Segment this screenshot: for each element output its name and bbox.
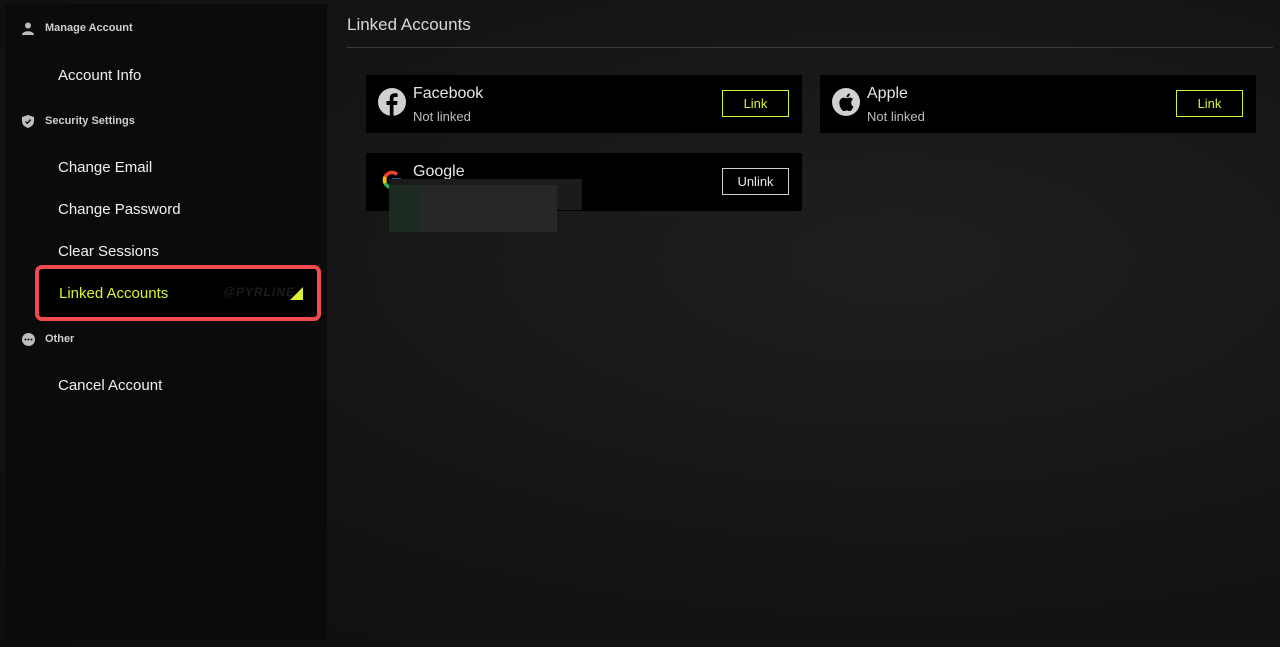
- link-apple-button[interactable]: Link: [1176, 90, 1243, 117]
- watermark-text: @PYRLINE: [223, 285, 295, 299]
- sidebar-item-linked-accounts[interactable]: Linked Accounts @PYRLINE: [35, 265, 321, 321]
- sidebar-item-change-password[interactable]: Change Password: [58, 201, 181, 218]
- user-icon: [21, 21, 35, 35]
- section-title: Security Settings: [45, 115, 135, 127]
- provider-name: Apple: [867, 85, 908, 102]
- section-title: Other: [45, 333, 75, 345]
- sidebar-item-clear-sessions[interactable]: Clear Sessions: [58, 243, 159, 260]
- title-divider: [347, 47, 1273, 48]
- provider-name: Facebook: [413, 85, 484, 102]
- sidebar-item-change-email[interactable]: Change Email: [58, 159, 152, 176]
- more-icon: [21, 332, 35, 346]
- sidebar: Manage Account Account Info Security Set…: [5, 4, 327, 640]
- shield-icon: [21, 114, 35, 128]
- sidebar-item-account-info[interactable]: Account Info: [58, 67, 141, 84]
- provider-status: Not linked: [413, 109, 471, 124]
- unlink-google-button[interactable]: Unlink: [722, 168, 789, 195]
- provider-status: Not linked: [867, 109, 925, 124]
- sidebar-item-cancel-account[interactable]: Cancel Account: [58, 377, 162, 394]
- sidebar-item-label: Linked Accounts: [59, 285, 169, 302]
- active-corner-indicator: [290, 287, 303, 300]
- section-title: Manage Account: [45, 22, 133, 34]
- section-manage-account: Manage Account: [21, 18, 133, 38]
- section-other: Other: [21, 329, 74, 349]
- section-security-settings: Security Settings: [21, 111, 135, 131]
- apple-icon: [832, 88, 860, 116]
- facebook-icon: [378, 88, 406, 116]
- app-frame: Manage Account Account Info Security Set…: [0, 0, 1280, 647]
- redaction-block: [389, 185, 419, 232]
- page-title: Linked Accounts: [347, 15, 471, 34]
- link-facebook-button[interactable]: Link: [722, 90, 789, 117]
- linked-account-card-apple: Apple Not linked Link: [820, 75, 1256, 133]
- linked-account-card-facebook: Facebook Not linked Link: [366, 75, 802, 133]
